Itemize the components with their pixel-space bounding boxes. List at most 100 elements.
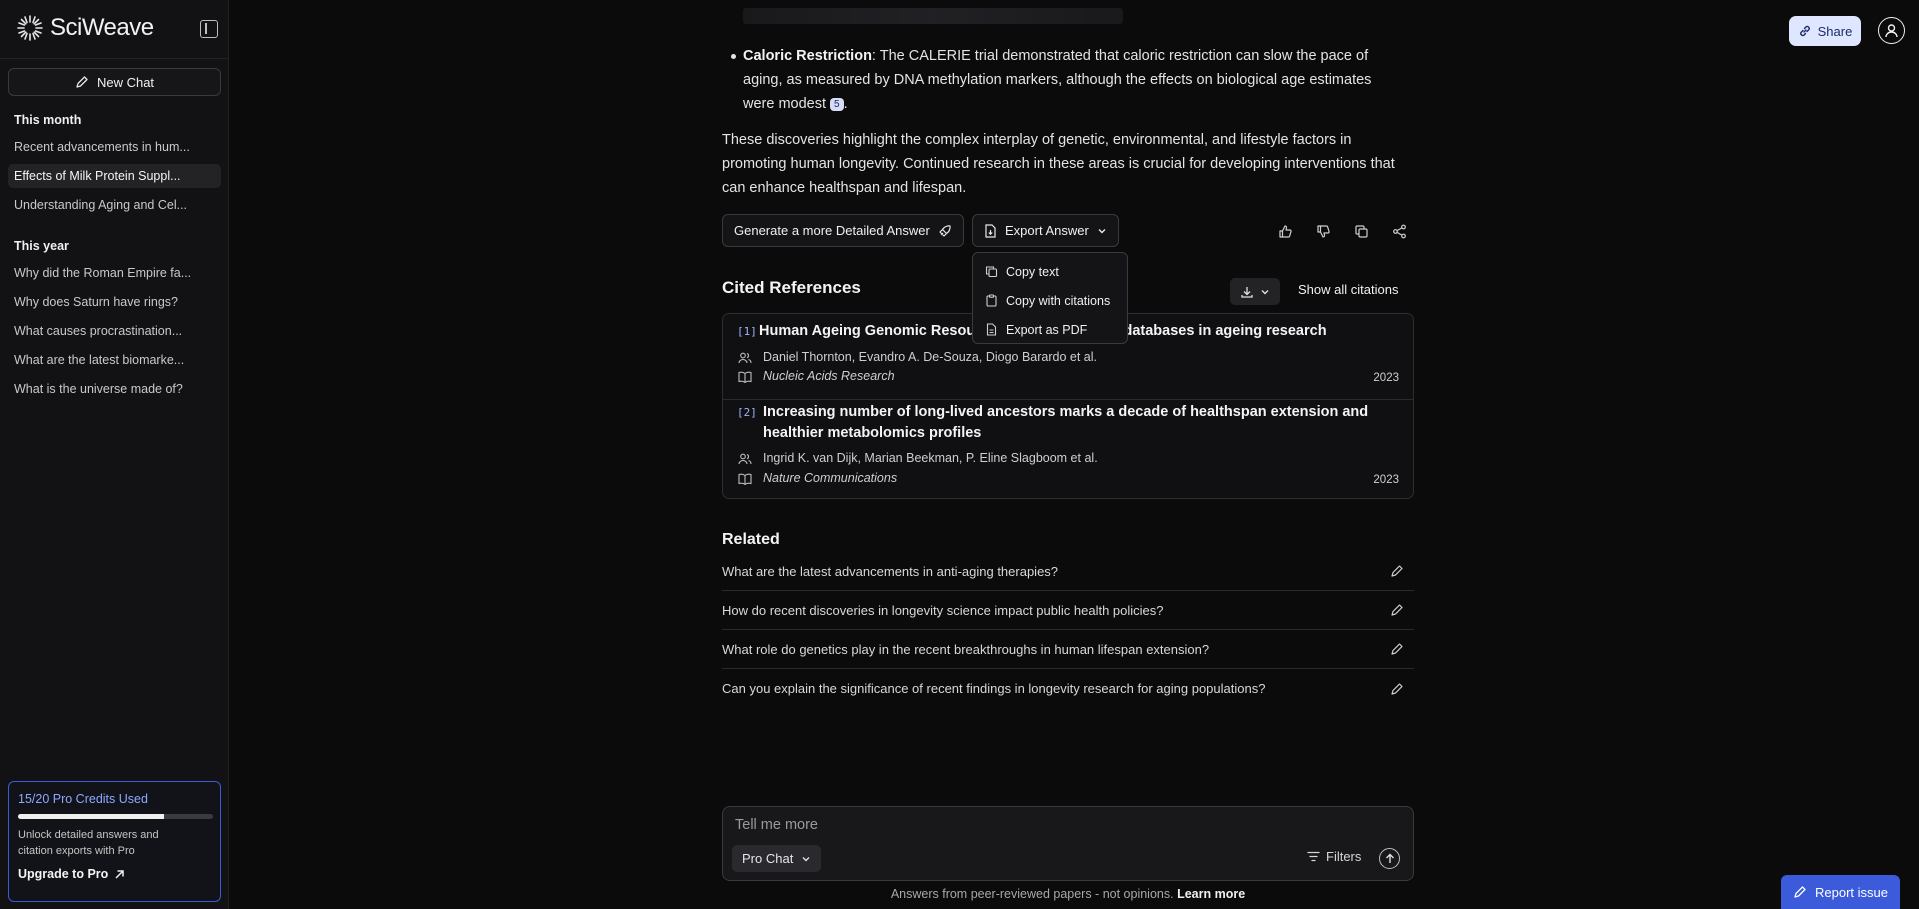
detailed-answer-label: Generate a more Detailed Answer: [734, 223, 930, 238]
history-item[interactable]: What is the universe made of?: [8, 377, 221, 401]
new-chat-label: New Chat: [96, 74, 155, 90]
footer-note: Answers from peer-reviewed papers - not …: [722, 887, 1414, 901]
user-avatar[interactable]: [1878, 17, 1905, 44]
link-icon: [1799, 25, 1810, 37]
pro-description: Unlock detailed answers and citation exp…: [18, 829, 159, 857]
footer-note-text: Answers from peer-reviewed papers - not …: [890, 887, 1174, 901]
answer-paragraph: These discoveries highlight the complex …: [722, 132, 1395, 196]
reference-journal: Nucleic Acids Research: [763, 369, 895, 383]
report-issue-button[interactable]: Report issue: [1781, 875, 1900, 909]
menu-item-label: Export as PDF: [1006, 322, 1088, 337]
filter-icon: [1307, 851, 1320, 862]
users-icon: [738, 352, 752, 364]
related-question-text: What are the latest advancements in anti…: [722, 563, 1059, 579]
app-root: SciWeave New Chat This month Recent adva…: [0, 0, 1919, 909]
rocket-icon: [939, 224, 951, 237]
reference-year: 2023: [1373, 474, 1399, 486]
upgrade-label: Upgrade to Pro: [18, 867, 109, 881]
menu-item-label: Copy text: [1006, 264, 1059, 279]
pro-credits-card: 15/20 Pro Credits Used Unlock detailed a…: [8, 781, 221, 902]
reference-number: [1]: [737, 325, 757, 338]
related-question[interactable]: What role do genetics play in the recent…: [722, 630, 1414, 669]
related-question-text: How do recent discoveries in longevity s…: [722, 602, 1164, 618]
chat-composer: Pro Chat Filters: [722, 806, 1414, 881]
upgrade-to-pro-link[interactable]: Upgrade to Pro: [18, 867, 211, 881]
chat-mode-label: Pro Chat: [742, 851, 794, 866]
pencil-icon: [1391, 604, 1403, 616]
collapse-sidebar-icon[interactable]: [200, 20, 218, 38]
pencil-icon: [1391, 643, 1403, 655]
related-question-text: Can you explain the significance of rece…: [722, 681, 1266, 696]
related-question[interactable]: How do recent discoveries in longevity s…: [722, 591, 1414, 630]
file-export-icon: [985, 223, 996, 238]
book-open-icon: [738, 371, 752, 383]
history-item[interactable]: Recent advancements in hum...: [8, 135, 221, 159]
report-issue-label: Report issue: [1815, 884, 1888, 900]
chat-mode-select[interactable]: Pro Chat: [732, 845, 822, 872]
pencil-icon: [76, 76, 88, 88]
users-icon: [738, 453, 752, 465]
pro-credits-title: 15/20 Pro Credits Used: [18, 792, 148, 806]
history-item-active[interactable]: Effects of Milk Protein Suppl...: [8, 164, 221, 188]
pencil-icon: [1391, 565, 1403, 577]
menu-item-copy-with-citations[interactable]: Copy with citations: [973, 286, 1127, 315]
chevron-down-icon: [1098, 228, 1106, 233]
reference-number: [2]: [737, 406, 757, 419]
send-button[interactable]: [1379, 848, 1400, 869]
download-icon: [1241, 286, 1253, 298]
filters-label: Filters: [1326, 849, 1362, 864]
reference-year: 2023: [1373, 372, 1399, 384]
share-nodes-icon[interactable]: [1388, 220, 1410, 242]
related-question-text: What role do genetics play in the recent…: [722, 641, 1210, 657]
divider: [0, 58, 229, 59]
faded-previous-text: [743, 8, 1123, 24]
section-title-this-year: This year: [14, 239, 69, 253]
export-answer-button[interactable]: Export Answer: [972, 214, 1119, 247]
menu-item-copy-text[interactable]: Copy text: [973, 257, 1127, 286]
history-item[interactable]: Why did the Roman Empire fa...: [8, 261, 221, 285]
clipboard-icon: [986, 294, 997, 307]
chat-input[interactable]: [735, 817, 1395, 833]
detailed-answer-button[interactable]: Generate a more Detailed Answer: [722, 214, 964, 247]
copy-icon[interactable]: [1350, 220, 1372, 242]
history-item[interactable]: What causes procrastination...: [8, 319, 221, 343]
history-item[interactable]: Why does Saturn have rings?: [8, 290, 221, 314]
export-dropdown-menu: Copy text Copy with citations Export as …: [972, 252, 1128, 344]
arrow-up-icon: [1385, 853, 1394, 863]
history-item[interactable]: What are the latest biomarke...: [8, 348, 221, 372]
share-label: Share: [1817, 23, 1853, 39]
filters-button[interactable]: Filters: [1307, 849, 1361, 864]
share-button[interactable]: Share: [1789, 16, 1861, 46]
reference-authors: Ingrid K. van Dijk, Marian Beekman, P. E…: [763, 451, 1098, 465]
user-icon: [1885, 24, 1898, 38]
book-open-icon: [738, 473, 752, 485]
download-citations-button[interactable]: [1230, 278, 1280, 305]
related-question[interactable]: What are the latest advancements in anti…: [722, 552, 1414, 591]
reference-journal: Nature Communications: [763, 471, 898, 485]
thumbs-down-icon[interactable]: [1312, 220, 1334, 242]
pro-credits-progress-fill: [18, 814, 165, 819]
show-all-citations-button[interactable]: Show all citations: [1298, 282, 1398, 297]
brand-logo[interactable]: SciWeave: [16, 14, 154, 42]
history-item[interactable]: Understanding Aging and Cel...: [8, 193, 221, 217]
bullet-title: Caloric Restriction: [743, 48, 872, 64]
thumbs-up-icon[interactable]: [1274, 220, 1296, 242]
pro-credits-progress: [18, 814, 213, 819]
citation-chip[interactable]: 5: [830, 98, 844, 111]
sidebar: SciWeave New Chat This month Recent adva…: [0, 0, 229, 909]
menu-item-label: Copy with citations: [1006, 293, 1111, 308]
reference-authors: Daniel Thornton, Evandro A. De-Souza, Di…: [763, 350, 1097, 364]
related-question[interactable]: Can you explain the significance of rece…: [722, 669, 1414, 708]
menu-item-export-pdf[interactable]: Export as PDF: [973, 315, 1127, 344]
related-title: Related: [722, 531, 780, 548]
arrow-up-right-icon: [115, 869, 125, 879]
cited-references-title: Cited References: [722, 278, 861, 297]
chevron-down-icon: [802, 856, 810, 861]
copy-icon: [985, 266, 998, 278]
chevron-down-icon: [1261, 289, 1269, 294]
pencil-icon: [1794, 886, 1806, 898]
brand-name: SciWeave: [50, 14, 154, 41]
new-chat-button[interactable]: New Chat: [8, 68, 221, 96]
learn-more-link[interactable]: Learn more: [1177, 887, 1245, 901]
answer-bullet: Caloric Restriction: The CALERIE trial d…: [731, 44, 1398, 116]
